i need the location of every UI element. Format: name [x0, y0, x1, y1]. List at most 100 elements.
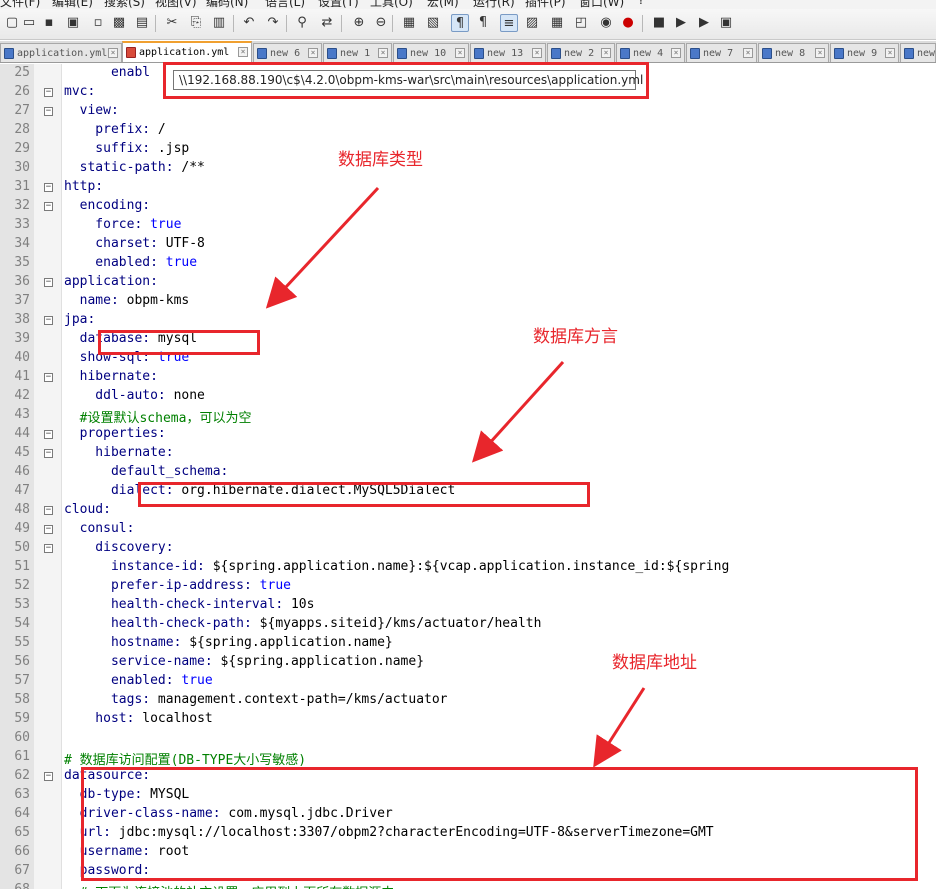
stop-macro-icon[interactable]: ■: [650, 14, 668, 32]
code-line[interactable]: encoding:: [64, 198, 150, 213]
tab-close-icon[interactable]: ×: [378, 48, 388, 58]
fold-toggle-icon[interactable]: −: [44, 202, 53, 211]
code-line[interactable]: discovery:: [64, 540, 173, 555]
replace-icon[interactable]: ⇄: [318, 14, 336, 32]
editor[interactable]: 25 enabl 26 − mvc: 27 − view: 28 prefix: / 29 s…: [0, 64, 936, 889]
menu-item-11[interactable]: 窗口(W): [579, 0, 624, 9]
fold-toggle-icon[interactable]: −: [44, 544, 53, 553]
tab-7[interactable]: new 4 ×: [616, 43, 685, 62]
code-line[interactable]: health-check-path: ${myapps.siteid}/kms/…: [64, 616, 541, 631]
fold-toggle-icon[interactable]: −: [44, 183, 53, 192]
code-line[interactable]: host: localhost: [64, 711, 212, 726]
doc-map-icon[interactable]: ▨: [523, 14, 541, 32]
tab-5[interactable]: new 13 ×: [470, 43, 546, 62]
tab-close-icon[interactable]: ×: [532, 48, 542, 58]
code-line[interactable]: view:: [64, 103, 119, 118]
close-icon[interactable]: ▫: [89, 14, 107, 32]
run-macro-multiple-icon[interactable]: ▶: [695, 14, 713, 32]
tab-2[interactable]: new 6 ×: [253, 43, 322, 62]
tab-10[interactable]: new 9 ×: [830, 43, 899, 62]
fold-toggle-icon[interactable]: −: [44, 525, 53, 534]
tab-close-icon[interactable]: ×: [815, 48, 825, 58]
show-all-chars-icon[interactable]: ¶: [474, 14, 492, 32]
menu-item-9[interactable]: 运行(R): [473, 0, 515, 9]
menu-item-5[interactable]: 语言(L): [265, 0, 305, 9]
undo-icon[interactable]: ↶: [240, 14, 258, 32]
code-line[interactable]: mvc:: [64, 84, 95, 99]
code-line[interactable]: enabled: true: [64, 255, 197, 270]
code-line[interactable]: health-check-interval: 10s: [64, 597, 315, 612]
tab-0[interactable]: application.yml ×: [0, 43, 122, 62]
code-line[interactable]: # 数据库访问配置(DB-TYPE大小写敏感): [64, 749, 306, 768]
function-list-icon[interactable]: ▦: [548, 14, 566, 32]
menu-item-6[interactable]: 设置(T): [318, 0, 359, 9]
menu-item-4[interactable]: 编码(N): [206, 0, 248, 9]
redo-icon[interactable]: ↷: [264, 14, 282, 32]
tab-4[interactable]: new 10 ×: [393, 43, 469, 62]
code-line[interactable]: force: true: [64, 217, 181, 232]
menu-item-10[interactable]: 插件(P): [525, 0, 566, 9]
word-wrap-icon[interactable]: ¶: [451, 14, 469, 32]
save-macro-icon[interactable]: ▣: [717, 14, 735, 32]
indent-guide-icon[interactable]: ≡: [500, 14, 518, 32]
save-icon[interactable]: ▪: [40, 14, 58, 32]
tab-9[interactable]: new 8 ×: [758, 43, 829, 62]
code-line[interactable]: jpa:: [64, 312, 95, 327]
code-line[interactable]: instance-id: ${spring.application.name}:…: [64, 559, 729, 574]
zoom-out-icon[interactable]: ⊖: [372, 14, 390, 32]
tab-close-icon[interactable]: ×: [885, 48, 895, 58]
fold-toggle-icon[interactable]: −: [44, 107, 53, 116]
tab-close-icon[interactable]: ×: [308, 48, 318, 58]
tab-close-icon[interactable]: ×: [743, 48, 753, 58]
code-line[interactable]: charset: UTF-8: [64, 236, 205, 251]
fold-toggle-icon[interactable]: −: [44, 88, 53, 97]
menu-item-1[interactable]: 编辑(E): [52, 0, 93, 9]
tab-close-icon[interactable]: ×: [671, 48, 681, 58]
sync-v-icon[interactable]: ▦: [400, 14, 418, 32]
code-line[interactable]: name: obpm-kms: [64, 293, 190, 308]
code-line[interactable]: default_schema:: [64, 464, 228, 479]
code-line[interactable]: suffix: .jsp: [64, 141, 189, 156]
fold-toggle-icon[interactable]: −: [44, 373, 53, 382]
tab-close-icon[interactable]: ×: [108, 48, 118, 58]
fold-toggle-icon[interactable]: −: [44, 430, 53, 439]
fold-toggle-icon[interactable]: −: [44, 506, 53, 515]
tab-6[interactable]: new 2 ×: [547, 43, 615, 62]
code-line[interactable]: hibernate:: [64, 369, 158, 384]
tab-1[interactable]: application.yml ×: [122, 41, 252, 62]
cut-icon[interactable]: ✂: [163, 14, 181, 32]
menu-item-12[interactable]: ?: [638, 0, 644, 7]
fold-toggle-icon[interactable]: −: [44, 772, 53, 781]
code-line[interactable]: application:: [64, 274, 158, 289]
play-macro-icon[interactable]: ▶: [672, 14, 690, 32]
tab-close-icon[interactable]: ×: [455, 48, 465, 58]
code-line[interactable]: # 下面为连接池的补充设置，应用到上面所有数据源中: [64, 882, 395, 889]
code-line[interactable]: consul:: [64, 521, 135, 536]
menu-item-2[interactable]: 搜索(S): [104, 0, 145, 9]
monitor-icon[interactable]: ◉: [597, 14, 615, 32]
menu-item-8[interactable]: 宏(M): [427, 0, 459, 9]
code-line[interactable]: static-path: /**: [64, 160, 205, 175]
open-file-icon[interactable]: ▭: [20, 14, 38, 32]
fold-toggle-icon[interactable]: −: [44, 278, 53, 287]
menu-item-0[interactable]: 文件(F): [0, 0, 40, 9]
copy-icon[interactable]: ⎘: [187, 14, 205, 32]
tab-3[interactable]: new 1 ×: [323, 43, 392, 62]
tab-11[interactable]: new: [900, 43, 936, 62]
code-line[interactable]: properties:: [64, 426, 166, 441]
tab-8[interactable]: new 7 ×: [686, 43, 757, 62]
save-all-icon[interactable]: ▣: [64, 14, 82, 32]
zoom-in-icon[interactable]: ⊕: [350, 14, 368, 32]
code-line[interactable]: ddl-auto: none: [64, 388, 205, 403]
code-line[interactable]: enabl: [64, 65, 150, 80]
new-file-icon[interactable]: ▢: [3, 14, 21, 32]
record-macro-icon[interactable]: ●: [619, 14, 637, 32]
paste-icon[interactable]: ▥: [210, 14, 228, 32]
tab-close-icon[interactable]: ×: [238, 47, 248, 57]
code-line[interactable]: hibernate:: [64, 445, 173, 460]
code-line[interactable]: hostname: ${spring.application.name}: [64, 635, 393, 650]
code-line[interactable]: http:: [64, 179, 103, 194]
tab-close-icon[interactable]: ×: [601, 48, 611, 58]
code-line[interactable]: enabled: true: [64, 673, 213, 688]
code-line[interactable]: service-name: ${spring.application.name}: [64, 654, 424, 669]
